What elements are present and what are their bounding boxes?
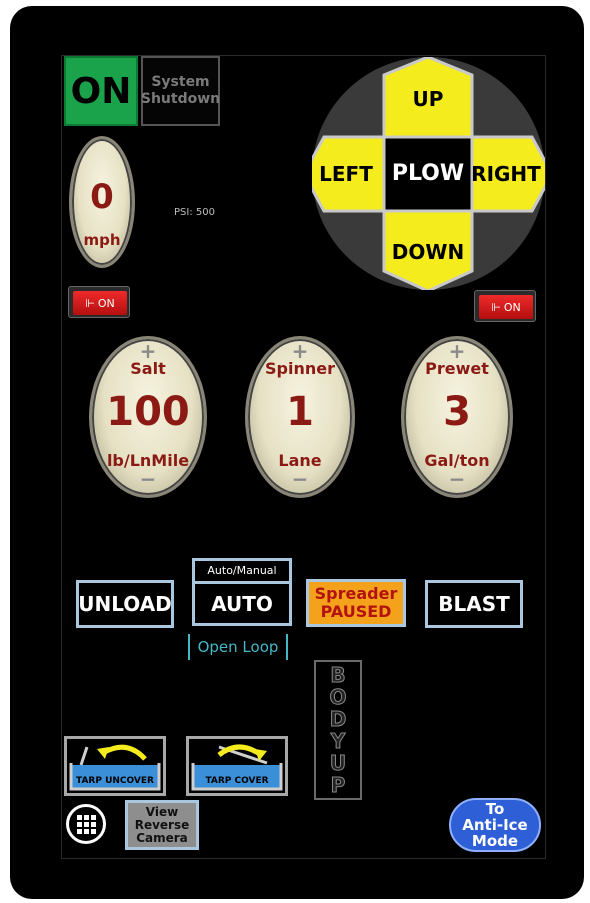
body-up-letter: B [330,663,346,687]
speed-unit: mph [83,231,121,249]
on-button[interactable]: ON [64,56,138,126]
plow-dpad: UP DOWN LEFT RIGHT PLOW [312,57,545,290]
plow-down-button[interactable]: DOWN [388,240,468,264]
anti-line1: To [485,800,505,818]
prewet-label: Prewet [425,359,489,378]
camera-line1: View [145,804,179,819]
tarp-uncover-label: TARP UNCOVER [76,776,154,786]
anti-line2: Anti-Ice [462,816,528,834]
blast-button[interactable]: BLAST [425,580,523,628]
plow-up-button[interactable]: UP [388,87,468,111]
toggle-switch-icon: ⊩ [85,296,95,310]
plow-left-button[interactable]: LEFT [308,162,384,186]
system-shutdown-button[interactable]: System Shutdown [141,56,220,126]
tarp-cover-button[interactable]: TARP COVER [186,736,288,796]
menu-grid-button[interactable] [66,804,106,844]
left-toggle-switch[interactable]: ⊩ ON [68,286,130,318]
plow-right-button[interactable]: RIGHT [466,162,546,186]
minus-icon[interactable]: − [248,467,352,491]
right-toggle-switch[interactable]: ⊩ ON [474,290,536,322]
spreader-paused-button[interactable]: Spreader PAUSED [306,579,406,627]
spinner-dial[interactable]: + Spinner 1 Lane − [245,336,355,498]
auto-label: AUTO [211,592,273,616]
auto-manual-button[interactable]: Auto/Manual AUTO [192,558,292,626]
psi-readout: PSI: 500 [174,207,215,218]
salt-label: Salt [130,359,166,378]
body-up-letter: O [329,685,347,709]
body-up-button[interactable]: B O D Y U P [314,660,362,800]
camera-line3: Camera [136,830,188,845]
right-toggle-label: ON [503,300,521,314]
tarp-uncover-button[interactable]: TARP UNCOVER [64,736,166,796]
camera-line2: Reverse [134,817,190,832]
salt-value: 100 [106,389,190,435]
speed-gauge: 0 mph [69,136,135,268]
body-up-letter: D [329,707,347,731]
spinner-label: Spinner [265,359,335,378]
body-up-letter: P [330,773,346,797]
prewet-dial[interactable]: + Prewet 3 Gal/ton − [401,336,513,498]
paused-line2: PAUSED [320,602,392,621]
salt-dial[interactable]: + Salt 100 lb/LnMile − [89,336,207,498]
plow-center-label: PLOW [391,161,465,186]
toggle-switch-icon: ⊩ [491,300,501,314]
shutdown-label-line2: Shutdown [140,91,221,107]
shutdown-label-line1: System [151,74,210,90]
body-up-letter: Y [330,729,346,753]
anti-line3: Mode [471,832,519,850]
anti-ice-mode-button[interactable]: To Anti-Ice Mode [449,798,541,852]
paused-line1: Spreader [314,584,398,603]
minus-icon[interactable]: − [404,467,510,491]
minus-icon[interactable]: − [92,467,204,491]
left-toggle-label: ON [97,296,115,310]
unload-button[interactable]: UNLOAD [76,580,174,628]
speed-value: 0 [90,177,114,217]
body-up-letter: U [329,751,347,775]
tarp-cover-label: TARP COVER [205,776,269,786]
open-loop-label: Open Loop [188,634,288,660]
left-toggle-face: ⊩ ON [73,291,127,315]
prewet-value: 3 [443,389,471,435]
spinner-value: 1 [286,389,314,435]
right-toggle-face: ⊩ ON [479,295,533,319]
grid-icon [77,815,96,834]
auto-manual-header: Auto/Manual [195,561,289,584]
view-reverse-camera-button[interactable]: View Reverse Camera [125,800,199,850]
